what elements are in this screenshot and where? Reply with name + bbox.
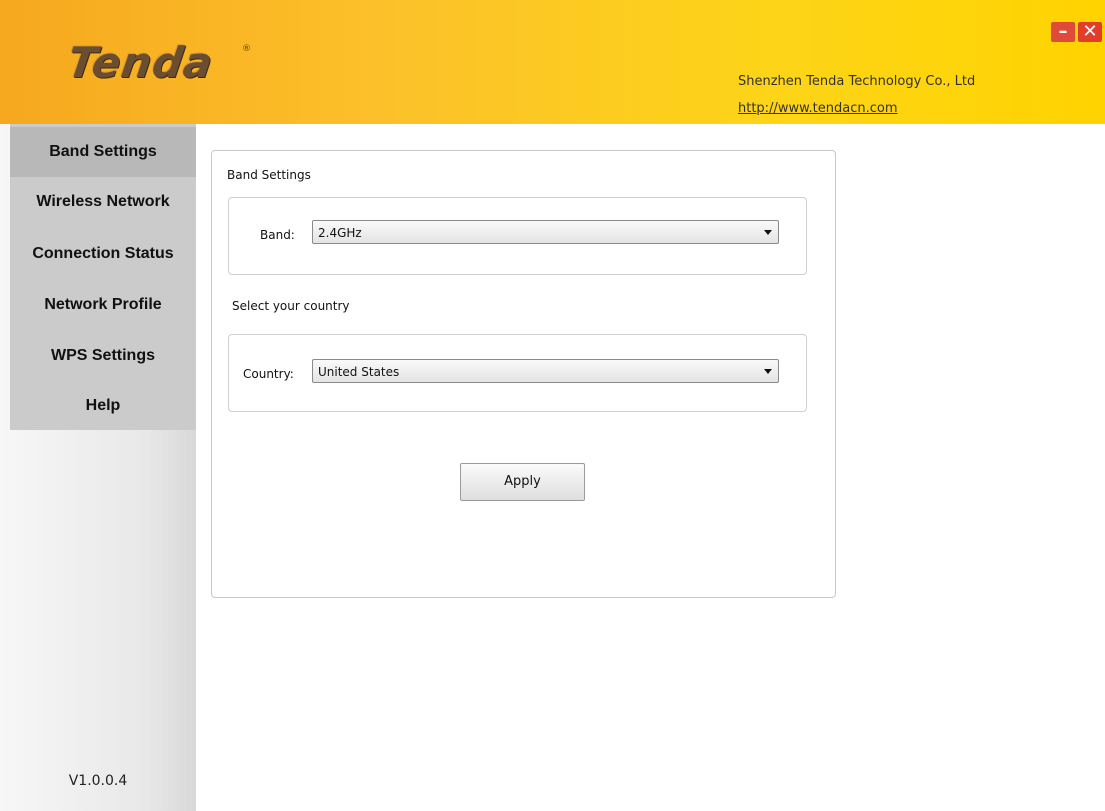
apply-button[interactable]: Apply bbox=[460, 463, 585, 501]
sidebar-item-network-profile[interactable]: Network Profile bbox=[10, 280, 196, 330]
band-group: Band: 2.4GHz bbox=[228, 197, 807, 275]
app-header: Tenda ® Shenzhen Tenda Technology Co., L… bbox=[0, 0, 1105, 124]
country-label: Country: bbox=[243, 367, 294, 381]
settings-panel: Band Settings Band: 2.4GHz Select your c… bbox=[211, 150, 836, 598]
country-select[interactable]: United States bbox=[312, 359, 779, 383]
close-icon[interactable]: ✕ bbox=[1078, 22, 1102, 42]
version-label: V1.0.0.4 bbox=[68, 773, 128, 789]
band-section-title: Band Settings bbox=[227, 168, 311, 182]
tenda-logo: Tenda bbox=[64, 38, 217, 87]
sidebar-item-wireless-network[interactable]: Wireless Network bbox=[10, 177, 196, 227]
company-name: Shenzhen Tenda Technology Co., Ltd bbox=[738, 74, 976, 89]
sidebar-item-wps-settings[interactable]: WPS Settings bbox=[10, 331, 196, 381]
chevron-down-icon bbox=[764, 369, 772, 374]
sidebar-item-band-settings[interactable]: Band Settings bbox=[10, 127, 196, 177]
registered-mark: ® bbox=[242, 44, 251, 54]
band-label: Band: bbox=[260, 228, 295, 242]
country-section-title: Select your country bbox=[232, 299, 350, 313]
sidebar-item-help[interactable]: Help bbox=[10, 381, 196, 431]
minimize-icon[interactable]: – bbox=[1051, 22, 1075, 42]
country-select-value: United States bbox=[318, 365, 400, 379]
chevron-down-icon bbox=[764, 230, 772, 235]
band-select[interactable]: 2.4GHz bbox=[312, 220, 779, 244]
website-link[interactable]: http://www.tendacn.com bbox=[738, 101, 898, 116]
sidebar-item-connection-status[interactable]: Connection Status bbox=[10, 229, 196, 279]
band-select-value: 2.4GHz bbox=[318, 226, 362, 240]
country-group: Country: United States bbox=[228, 334, 807, 412]
